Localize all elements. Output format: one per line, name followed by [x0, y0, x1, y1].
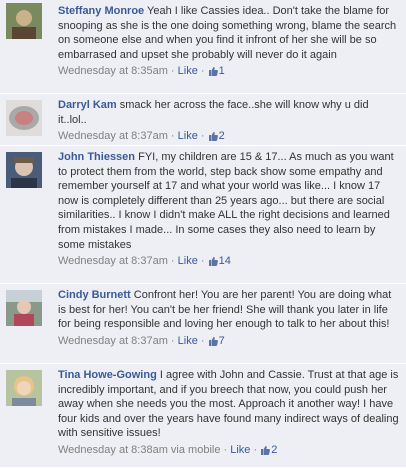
comment-author-link[interactable]: Darryl Kam [58, 99, 117, 111]
like-count-value: 14 [218, 255, 231, 268]
comment-item: Cindy Burnett Confront her! You are her … [0, 284, 406, 364]
like-count-value: 2 [271, 443, 278, 456]
like-count[interactable]: 1 [208, 65, 225, 77]
like-count-value: 1 [218, 65, 225, 78]
comment-meta: Wednesday at 8:38am via mobile · Like · … [58, 443, 400, 459]
comment-author-link[interactable]: Tina Howe-Gowing [58, 369, 157, 381]
comment-body: Darryl Kam smack her across the face..sh… [58, 98, 400, 127]
avatar[interactable] [6, 152, 42, 188]
comment-meta: Wednesday at 8:37am · Like · 7 [58, 334, 400, 350]
thumbs-up-icon [260, 445, 271, 459]
comment-timestamp: Wednesday at 8:37am [58, 130, 168, 143]
comment-timestamp: Wednesday at 8:38am via mobile [58, 443, 221, 456]
like-count[interactable]: 14 [208, 255, 231, 267]
like-count-value: 2 [218, 130, 225, 143]
thumbs-up-icon [208, 336, 218, 350]
avatar[interactable] [6, 290, 42, 326]
comment-item: John Thiessen FYI, my children are 15 & … [0, 146, 406, 284]
avatar[interactable] [6, 3, 42, 39]
comment-item: Tina Howe-Gowing I agree with John and C… [0, 364, 406, 468]
comment-author-link[interactable]: Cindy Burnett [58, 289, 131, 301]
comment-meta: Wednesday at 8:37am · Like · 2 [58, 129, 400, 145]
comment-author-link[interactable]: John Thiessen [58, 151, 135, 163]
comment-list: Steffany Monroe Yeah I like Cassies idea… [0, 0, 406, 468]
comment-text: FYI, my children are 15 & 17... As much … [58, 151, 394, 251]
like-link[interactable]: Like [230, 444, 250, 456]
thumbs-up-icon [208, 66, 218, 80]
like-count-value: 7 [218, 334, 225, 347]
like-count[interactable]: 7 [208, 335, 225, 347]
like-count[interactable]: 2 [208, 130, 225, 142]
comment-body: Cindy Burnett Confront her! You are her … [58, 288, 400, 332]
comment-item: Darryl Kam smack her across the face..sh… [0, 94, 406, 146]
thumbs-up-icon [208, 131, 218, 145]
comment-author-link[interactable]: Steffany Monroe [58, 5, 144, 17]
like-link[interactable]: Like [178, 255, 198, 267]
comment-timestamp: Wednesday at 8:35am [58, 65, 168, 78]
like-link[interactable]: Like [178, 130, 198, 142]
avatar[interactable] [6, 370, 42, 406]
avatar[interactable] [6, 100, 42, 136]
comment-body: Tina Howe-Gowing I agree with John and C… [58, 368, 400, 441]
comment-timestamp: Wednesday at 8:37am [58, 334, 168, 347]
comment-meta: Wednesday at 8:35am · Like · 1 [58, 64, 400, 80]
like-count[interactable]: 2 [260, 444, 277, 456]
comment-body: Steffany Monroe Yeah I like Cassies idea… [58, 4, 400, 62]
comment-body: John Thiessen FYI, my children are 15 & … [58, 150, 400, 252]
comment-meta: Wednesday at 8:37am · Like · 14 [58, 254, 400, 270]
comment-timestamp: Wednesday at 8:37am [58, 255, 168, 268]
like-link[interactable]: Like [178, 335, 198, 347]
comment-item: Steffany Monroe Yeah I like Cassies idea… [0, 0, 406, 94]
thumbs-up-icon [208, 256, 218, 270]
like-link[interactable]: Like [178, 65, 198, 77]
